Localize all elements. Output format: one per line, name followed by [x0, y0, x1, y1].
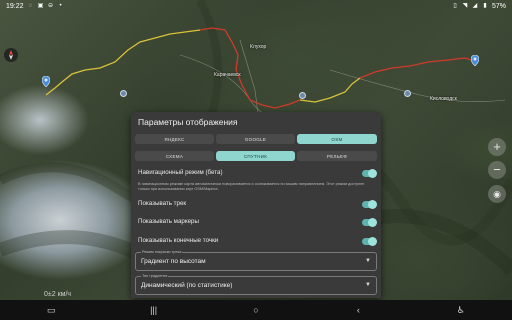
gradient-type-select[interactable]: Тип градиента Динамический (по статистик…: [135, 274, 377, 295]
display-settings-dialog: Параметры отображения ЯНДЕКС GOOGLE OSM …: [131, 112, 381, 298]
show-markers-label: Показывать маркеры: [138, 218, 199, 225]
show-track-switch[interactable]: [362, 199, 377, 209]
back-button[interactable]: ‹: [348, 305, 368, 315]
dnd-icon: ⊖: [48, 3, 54, 9]
tab-provider-osm[interactable]: OSM: [297, 134, 377, 144]
gpx-track-segment-middle: [299, 77, 361, 103]
map-label-karachaevsk: Карачаевск: [214, 72, 241, 78]
track-coloring-mode-select[interactable]: Режим покраски трека Градиент по высотам…: [135, 250, 377, 271]
dropdown-arrow-icon: ▼: [365, 258, 371, 264]
tab-layer-satellite[interactable]: СПУТНИК: [216, 151, 295, 161]
zoom-out-button[interactable]: −: [488, 161, 506, 179]
tab-layer-relief[interactable]: РЕЛЬЕФ: [297, 151, 377, 161]
show-markers-switch[interactable]: [362, 217, 377, 227]
map-poi-marker[interactable]: [299, 92, 306, 99]
speed-readout: 0±2 км/ч: [44, 291, 72, 298]
zoom-in-button[interactable]: +: [488, 138, 506, 156]
status-bar: 19:22 ◌ ▣ ⊖ • ▯ ◥ ◢ ▮ 57%: [0, 0, 512, 12]
track-coloring-mode-caption: Режим покраски трека: [141, 250, 183, 254]
track-coloring-mode-value: Градиент по высотам: [141, 258, 206, 265]
dialog-title: Параметры отображения: [138, 117, 238, 127]
gps-icon: ◌: [28, 3, 33, 9]
track-start-pin-icon[interactable]: [42, 76, 50, 87]
nav-mode-description: В навигационном режиме карта автоматичес…: [138, 182, 365, 191]
layers-button[interactable]: ◉: [488, 185, 506, 203]
tab-provider-yandex[interactable]: ЯНДЕКС: [135, 134, 214, 144]
location-icon: •: [59, 3, 62, 9]
tab-provider-google[interactable]: GOOGLE: [216, 134, 295, 144]
signal-icon: ◢: [472, 3, 478, 9]
gradient-type-value: Динамический (по статистике): [141, 282, 233, 289]
compass-needle-icon: [9, 50, 13, 60]
recent-apps-button[interactable]: |||: [144, 305, 164, 315]
battery-icon: ▮: [483, 3, 487, 9]
map-poi-marker[interactable]: [404, 90, 411, 97]
nav-mode-switch[interactable]: [362, 168, 377, 178]
battery-percent: 57%: [491, 2, 506, 10]
map-poi-marker[interactable]: [120, 90, 127, 97]
tab-layer-scheme[interactable]: СХЕМА: [135, 151, 214, 161]
system-navigation-bar: ▭ ||| ○ ‹ ♿: [0, 300, 512, 320]
show-track-label: Показывать трек: [138, 200, 187, 207]
show-endpoints-label: Показывать конечные точки: [138, 237, 219, 244]
layers-icon: ◉: [493, 189, 501, 199]
vibrate-icon: ▯: [453, 3, 457, 9]
nav-mode-label: Навигационный режим (бета): [138, 169, 223, 176]
status-time: 19:22: [6, 2, 24, 10]
show-endpoints-switch[interactable]: [362, 236, 377, 246]
map-label-kislovodsk: Кисловодск: [430, 96, 457, 102]
gpx-track-segment-south: [45, 29, 201, 96]
gradient-type-caption: Тип градиента: [141, 274, 169, 278]
compass-button[interactable]: [4, 48, 18, 62]
photo-icon: ▣: [37, 3, 44, 9]
keyboard-icon[interactable]: ▭: [41, 305, 61, 316]
gpx-track-segment-east: [359, 57, 479, 79]
accessibility-icon[interactable]: ♿: [451, 305, 471, 316]
wifi-icon: ◥: [462, 3, 468, 9]
map-label-klukhor: Клухор: [250, 44, 267, 50]
home-button[interactable]: ○: [246, 305, 266, 315]
dropdown-arrow-icon: ▼: [365, 282, 371, 288]
track-end-pin-icon[interactable]: [471, 55, 479, 66]
